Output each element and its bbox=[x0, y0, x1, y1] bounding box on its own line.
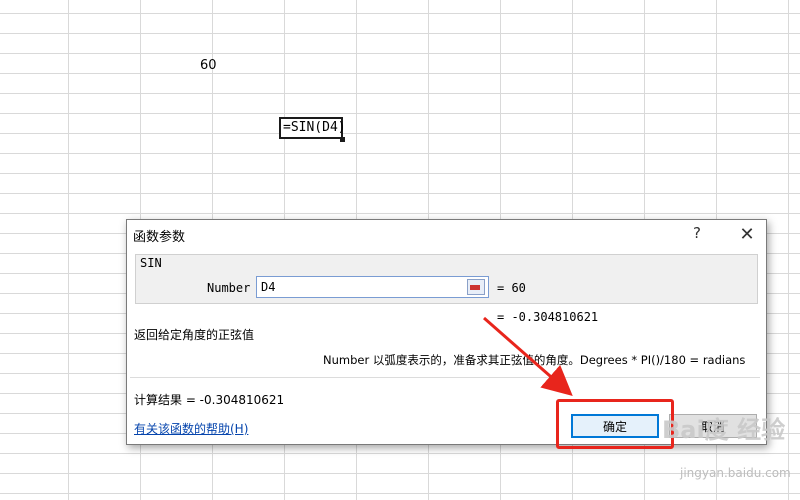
watermark-logo: Bai度 经验 bbox=[662, 416, 786, 444]
watermark-url: jingyan.baidu.com bbox=[680, 466, 791, 480]
